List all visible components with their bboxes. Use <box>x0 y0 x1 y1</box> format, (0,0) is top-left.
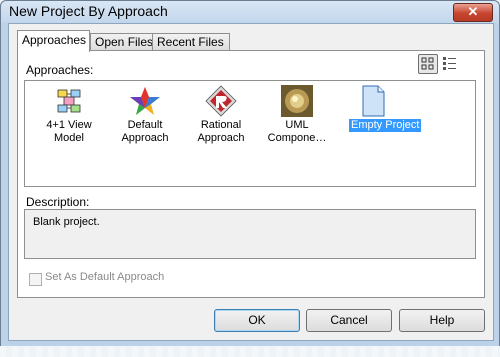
document-icon <box>362 85 385 117</box>
star-icon <box>130 87 160 115</box>
details-view-button[interactable] <box>442 55 458 71</box>
tab-open-files[interactable]: Open Files <box>90 33 154 51</box>
details-view-icon <box>443 57 456 70</box>
rational-icon <box>205 85 237 117</box>
description-box: Blank project. <box>24 209 476 259</box>
approach-caption: Rational Approach <box>183 119 259 145</box>
set-default-checkbox[interactable] <box>29 273 42 286</box>
approach-caption: 4+1 View Model <box>31 119 107 145</box>
window-title: New Project By Approach <box>9 3 168 19</box>
background-strip <box>0 346 500 357</box>
approach-caption-line2: Compone… <box>267 132 327 144</box>
approaches-panel: Approaches: 4+1 View Model Default Appro… <box>17 50 485 298</box>
large-icons-view-button[interactable] <box>418 54 438 74</box>
approach-caption: Default Approach <box>107 119 183 145</box>
large-icons-view-icon <box>421 57 434 70</box>
description-label: Description: <box>26 195 90 209</box>
ok-button[interactable]: OK <box>214 309 300 332</box>
view-model-icon <box>57 89 81 113</box>
approach-caption-line1: UML <box>285 119 309 131</box>
close-button[interactable]: ✕ <box>453 3 493 22</box>
dialog-client-area: Approaches Open Files Recent Files Appro… <box>8 23 494 341</box>
title-bar[interactable]: New Project By Approach ✕ <box>1 1 499 23</box>
tab-approaches[interactable]: Approaches <box>17 30 90 52</box>
tab-recent-files[interactable]: Recent Files <box>152 33 230 51</box>
help-button[interactable]: Help <box>399 309 485 332</box>
approach-caption-selected: Empty Project <box>349 119 422 132</box>
approach-caption-line1: Rational <box>200 119 242 131</box>
uml-component-icon <box>281 85 313 117</box>
approach-caption-line2: Approach <box>197 132 245 144</box>
set-default-checkbox-label: Set As Default Approach <box>45 271 165 283</box>
description-text: Blank project. <box>33 216 100 228</box>
dialog-window: New Project By Approach ✕ Approaches Ope… <box>0 0 500 347</box>
approach-caption-line2: Approach <box>121 132 169 144</box>
cancel-button[interactable]: Cancel <box>306 309 392 332</box>
approaches-list[interactable]: 4+1 View Model Default Approach Rational… <box>24 80 476 187</box>
approach-caption-line2: Model <box>54 132 84 144</box>
approach-caption-line1: 4+1 View <box>46 119 92 131</box>
approaches-label: Approaches: <box>26 63 94 77</box>
approach-caption-line1: Default <box>127 119 163 131</box>
approach-caption: UML Compone… <box>259 119 335 145</box>
close-icon: ✕ <box>467 4 479 19</box>
